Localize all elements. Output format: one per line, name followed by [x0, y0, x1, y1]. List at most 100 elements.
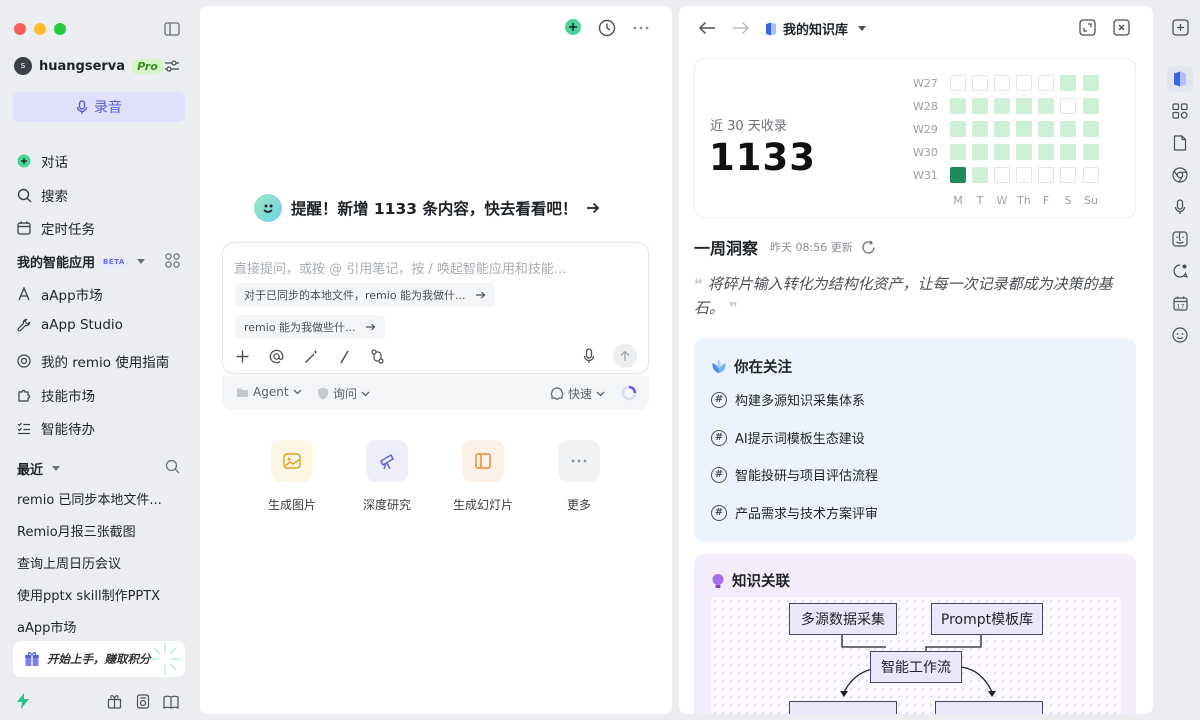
nav-item-chat[interactable]: 对话	[16, 151, 68, 171]
rail-apps-icon[interactable]	[1167, 98, 1193, 124]
apps-grid-icon[interactable]	[165, 253, 180, 268]
more-options-icon[interactable]	[633, 26, 649, 30]
agent-mode-select[interactable]: Agent	[236, 385, 302, 399]
recent-item[interactable]: aApp市场	[17, 617, 76, 636]
heatmap-cell[interactable]	[1060, 121, 1076, 137]
app-item-aapp-market[interactable]: aApp市场	[16, 284, 103, 304]
composer-input[interactable]: 直接提问，或按 @ 引用笔记，按 / 唤起智能应用和技能...	[234, 258, 566, 277]
heatmap-cell[interactable]	[994, 98, 1010, 114]
apps-section-header[interactable]: 我的智能应用 BETA	[17, 252, 145, 271]
chat-composer[interactable]: 直接提问，或按 @ 引用笔记，按 / 唤起智能应用和技能... 对于已同步的本地…	[222, 242, 649, 374]
bolt-icon[interactable]	[16, 693, 30, 709]
diagram-node[interactable]	[789, 701, 897, 714]
heatmap-cell[interactable]	[1016, 167, 1032, 183]
recent-section-header[interactable]: 最近	[17, 459, 61, 478]
settings-sliders-icon[interactable]	[164, 59, 180, 73]
ask-mode-select[interactable]: 询问	[317, 385, 370, 402]
knowledge-base-title[interactable]: 我的知识库	[765, 19, 867, 38]
heatmap-cell[interactable]	[972, 75, 988, 91]
heatmap-cell[interactable]	[950, 167, 966, 183]
heatmap-cell[interactable]	[1083, 98, 1099, 114]
knowledge-graph-diagram[interactable]: 多源数据采集 Prompt模板库 智能工作流	[711, 597, 1121, 714]
voice-input-icon[interactable]	[583, 348, 595, 364]
close-panel-icon[interactable]	[1113, 19, 1130, 36]
heatmap-cell[interactable]	[950, 121, 966, 137]
refresh-icon[interactable]	[861, 239, 876, 255]
heatmap-cell[interactable]	[972, 121, 988, 137]
book-icon[interactable]	[163, 695, 179, 709]
forward-arrow-icon[interactable]	[732, 21, 750, 35]
focus-topic[interactable]: # 产品需求与技术方案评审	[711, 503, 878, 522]
send-button[interactable]	[613, 344, 637, 368]
heatmap-cell[interactable]	[994, 121, 1010, 137]
quick-action-generate-image[interactable]: 生成图片	[247, 440, 337, 513]
heatmap-cell[interactable]	[1083, 144, 1099, 160]
focus-topic[interactable]: # 构建多源知识采集体系	[711, 390, 865, 409]
app-item-skill-market[interactable]: 技能市场	[16, 385, 95, 405]
quick-action-generate-slides[interactable]: 生成幻灯片	[438, 440, 528, 513]
suggestion-chip[interactable]: 对于已同步的本地文件，remio 能为我做什...	[235, 283, 495, 307]
heatmap-cell[interactable]	[950, 98, 966, 114]
speed-mode-select[interactable]: 快速	[550, 385, 605, 402]
history-icon[interactable]	[598, 19, 616, 37]
rail-chat-bubble-icon[interactable]	[1167, 258, 1193, 284]
heatmap-cell[interactable]	[972, 167, 988, 183]
focus-topic[interactable]: # 智能投研与项目评估流程	[711, 465, 878, 484]
app-item-aapp-studio[interactable]: aApp Studio	[16, 317, 123, 333]
recent-item[interactable]: remio 已同步本地文件...	[17, 489, 162, 508]
app-item-smart-todo[interactable]: 智能待办	[16, 418, 95, 438]
new-chat-icon[interactable]	[564, 18, 582, 36]
suggestion-chip[interactable]: remio 能为我做些什...	[235, 315, 385, 339]
document-check-icon[interactable]	[136, 694, 150, 709]
magic-wand-icon[interactable]	[304, 349, 319, 364]
diagram-node[interactable]: 智能工作流	[870, 651, 962, 683]
account-menu[interactable]: s huangserva Pro	[14, 57, 163, 75]
heatmap-cell[interactable]	[1016, 121, 1032, 137]
heatmap-cell[interactable]	[1038, 98, 1054, 114]
heatmap-cell[interactable]	[1038, 144, 1054, 160]
recent-item[interactable]: 查询上周日历会议	[17, 553, 121, 572]
quick-action-deep-research[interactable]: 深度研究	[342, 440, 432, 513]
heatmap-cell[interactable]	[994, 75, 1010, 91]
heatmap-cell[interactable]	[1060, 98, 1076, 114]
minimize-window-button[interactable]	[34, 23, 46, 35]
recent-item[interactable]: 使用pptx skill制作PPTX	[17, 585, 160, 604]
nav-item-scheduled-tasks[interactable]: 定时任务	[16, 218, 95, 238]
diagram-node[interactable]: 多源数据采集	[789, 603, 897, 635]
heatmap-cell[interactable]	[950, 75, 966, 91]
rail-browser-icon[interactable]	[1167, 162, 1193, 188]
heatmap-cell[interactable]	[1038, 121, 1054, 137]
rail-emoji-icon[interactable]	[1167, 322, 1193, 348]
heatmap-cell[interactable]	[994, 144, 1010, 160]
expand-panel-icon[interactable]	[1079, 19, 1096, 36]
workflow-icon[interactable]	[370, 349, 385, 364]
add-attachment-icon[interactable]	[236, 350, 249, 363]
heatmap-cell[interactable]	[1060, 144, 1076, 160]
heatmap-cell[interactable]	[1083, 75, 1099, 91]
heatmap-cell[interactable]	[1038, 167, 1054, 183]
rail-finder-icon[interactable]	[1167, 226, 1193, 252]
app-item-remio-guide[interactable]: 我的 remio 使用指南	[16, 351, 169, 371]
heatmap-cell[interactable]	[1016, 98, 1032, 114]
close-window-button[interactable]	[14, 23, 26, 35]
focus-topic[interactable]: # AI提示词模板生态建设	[711, 428, 865, 447]
slash-command-icon[interactable]	[339, 350, 350, 364]
back-arrow-icon[interactable]	[698, 21, 716, 35]
recent-item[interactable]: Remio月报三张截图	[17, 521, 136, 540]
diagram-node[interactable]: Prompt模板库	[931, 603, 1043, 635]
record-button[interactable]: 录音	[13, 92, 185, 122]
heatmap-cell[interactable]	[1083, 121, 1099, 137]
heatmap-cell[interactable]	[1083, 167, 1099, 183]
heatmap-cell[interactable]	[950, 144, 966, 160]
heatmap-cell[interactable]	[1038, 75, 1054, 91]
heatmap-cell[interactable]	[972, 144, 988, 160]
heatmap-cell[interactable]	[972, 98, 988, 114]
search-recent-icon[interactable]	[165, 459, 180, 474]
rail-document-icon[interactable]	[1167, 130, 1193, 156]
rail-knowledge-base-icon[interactable]	[1167, 66, 1193, 92]
maximize-window-button[interactable]	[54, 23, 66, 35]
heatmap-cell[interactable]	[994, 167, 1010, 183]
heatmap-cell[interactable]	[1060, 167, 1076, 183]
nav-item-search[interactable]: 搜索	[16, 185, 68, 205]
promo-banner[interactable]: 开始上手，赚取积分	[13, 641, 185, 677]
